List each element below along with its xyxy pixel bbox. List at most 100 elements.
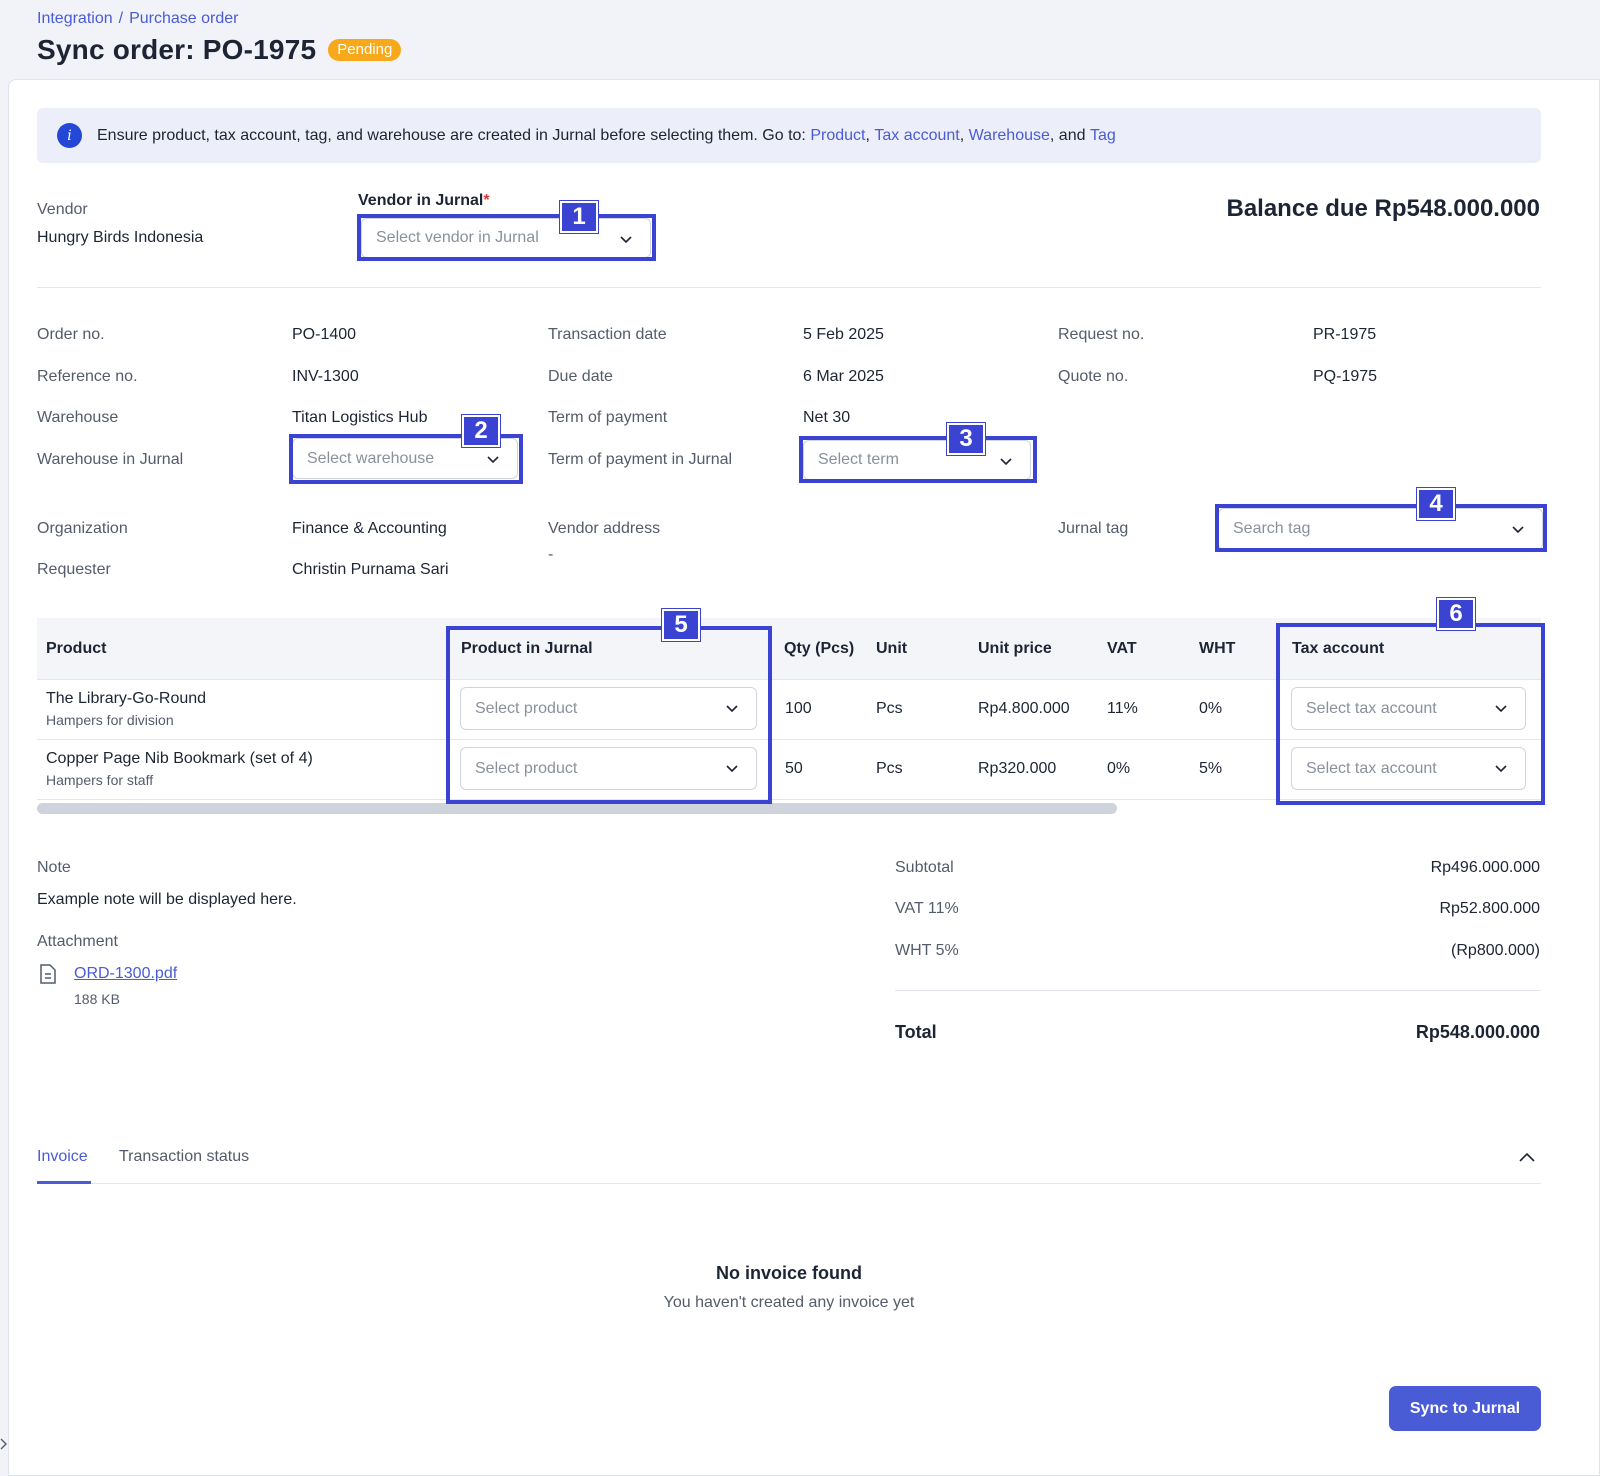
annotation-box-3 bbox=[799, 436, 1037, 483]
organization-value: Finance & Accounting bbox=[292, 520, 447, 537]
required-asterisk: * bbox=[483, 192, 490, 209]
chevron-up-icon[interactable] bbox=[1517, 1149, 1537, 1170]
banner-comma: , bbox=[865, 126, 870, 144]
vendor-address-value: - bbox=[548, 546, 554, 563]
warehouse-jurnal-label: Warehouse in Jurnal bbox=[37, 451, 184, 468]
attachment-size: 188 KB bbox=[74, 991, 120, 1007]
breadcrumb-integration[interactable]: Integration bbox=[37, 10, 113, 28]
annotation-number-5: 5 bbox=[662, 609, 700, 641]
row-2-vat: 0% bbox=[1107, 760, 1131, 777]
empty-state-subtitle: You haven't created any invoice yet bbox=[663, 1294, 915, 1311]
vendor-jurnal-label-text: Vendor in Jurnal bbox=[358, 192, 484, 209]
note-label: Note bbox=[37, 859, 71, 876]
banner-link-product[interactable]: Product bbox=[810, 127, 865, 145]
jurnal-tag-label: Jurnal tag bbox=[1058, 520, 1129, 537]
summary-divider bbox=[895, 990, 1541, 991]
breadcrumb: Integration / Purchase order bbox=[37, 10, 401, 28]
annotation-box-4 bbox=[1215, 504, 1547, 552]
annotation-number-2: 2 bbox=[462, 415, 500, 447]
warehouse-label: Warehouse bbox=[37, 409, 119, 426]
page-header: Integration / Purchase order Sync order:… bbox=[37, 10, 402, 66]
vendor-jurnal-label: Vendor in Jurnal* bbox=[358, 192, 490, 210]
row-2-qty: 50 bbox=[785, 760, 803, 777]
horizontal-scrollbar[interactable] bbox=[37, 803, 1117, 814]
organization-label: Organization bbox=[37, 520, 128, 537]
due-date-label: Due date bbox=[548, 368, 613, 385]
file-icon bbox=[38, 963, 58, 990]
empty-state-title: No invoice found bbox=[716, 1263, 862, 1283]
row-2-unit: Pcs bbox=[876, 760, 903, 777]
quote-no-label: Quote no. bbox=[1058, 368, 1129, 385]
balance-due: Balance due Rp548.000.000 bbox=[1226, 195, 1540, 222]
reference-no-value: INV-1300 bbox=[292, 368, 359, 385]
col-product: Product bbox=[46, 640, 107, 657]
status-badge: Pending bbox=[328, 39, 402, 61]
total-label: Total bbox=[895, 1022, 937, 1042]
row-2-product-sub: Hampers for staff bbox=[46, 772, 154, 788]
col-vat: VAT bbox=[1107, 640, 1137, 657]
info-banner: i Ensure product, tax account, tag, and … bbox=[37, 108, 1541, 163]
tab-invoice[interactable]: Invoice bbox=[37, 1148, 88, 1166]
banner-comma: , bbox=[1049, 126, 1055, 144]
banner-and: and bbox=[1058, 126, 1086, 144]
request-no-label: Request no. bbox=[1058, 326, 1145, 343]
row-1-qty: 100 bbox=[785, 700, 812, 717]
requester-label: Requester bbox=[37, 561, 111, 578]
banner-link-warehouse[interactable]: Warehouse bbox=[969, 127, 1050, 145]
due-date-value: 6 Mar 2025 bbox=[803, 368, 884, 385]
wht-value: (Rp800.000) bbox=[1451, 942, 1540, 959]
row-1-wht: 0% bbox=[1199, 700, 1223, 717]
subtotal-value: Rp496.000.000 bbox=[1430, 859, 1540, 876]
attachment-file-link[interactable]: ORD-1300.pdf bbox=[74, 965, 177, 983]
order-no-label: Order no. bbox=[37, 326, 105, 343]
row-2-wht: 5% bbox=[1199, 760, 1223, 777]
main-card: i Ensure product, tax account, tag, and … bbox=[8, 79, 1600, 1476]
term-label: Term of payment bbox=[548, 409, 668, 426]
attachment-label: Attachment bbox=[37, 933, 118, 950]
tab-active-indicator bbox=[37, 1181, 91, 1184]
transaction-date-label: Transaction date bbox=[548, 326, 667, 343]
info-icon: i bbox=[57, 123, 82, 148]
col-unit: Unit bbox=[876, 640, 908, 657]
col-wht: WHT bbox=[1199, 640, 1236, 657]
row-1-unit: Pcs bbox=[876, 700, 903, 717]
annotation-number-3: 3 bbox=[947, 423, 985, 455]
quote-no-link[interactable]: PQ-1975 bbox=[1313, 368, 1377, 386]
annotation-number-6: 6 bbox=[1437, 598, 1475, 630]
wht-label: WHT 5% bbox=[895, 942, 959, 959]
vendor-address-label: Vendor address bbox=[548, 520, 661, 537]
row-1-price: Rp4.800.000 bbox=[978, 700, 1070, 717]
banner-link-tag[interactable]: Tag bbox=[1090, 127, 1116, 145]
page-title: Sync order: PO-1975 bbox=[37, 34, 317, 65]
banner-text: Ensure product, tax account, tag, and wa… bbox=[97, 126, 806, 144]
requester-value: Christin Purnama Sari bbox=[292, 561, 449, 578]
term-jurnal-label: Term of payment in Jurnal bbox=[548, 451, 733, 468]
annotation-number-4: 4 bbox=[1417, 488, 1455, 520]
vat-value: Rp52.800.000 bbox=[1439, 900, 1540, 917]
transaction-date-value: 5 Feb 2025 bbox=[803, 326, 884, 343]
order-no-value: PO-1400 bbox=[292, 326, 357, 343]
banner-link-tax-account[interactable]: Tax account bbox=[874, 127, 959, 145]
col-qty: Qty (Pcs) bbox=[784, 640, 855, 657]
warehouse-value: Titan Logistics Hub bbox=[292, 409, 428, 426]
row-2-product: Copper Page Nib Bookmark (set of 4) bbox=[46, 750, 313, 767]
col-unit-price: Unit price bbox=[978, 640, 1052, 657]
subtotal-label: Subtotal bbox=[895, 859, 954, 876]
tabs-divider bbox=[37, 1183, 1541, 1184]
annotation-box-5 bbox=[446, 626, 772, 804]
annotation-box-6 bbox=[1276, 623, 1545, 805]
request-no-link[interactable]: PR-1975 bbox=[1313, 326, 1376, 344]
breadcrumb-separator: / bbox=[118, 10, 124, 27]
vendor-label: Vendor bbox=[37, 201, 88, 218]
tab-transaction-status[interactable]: Transaction status bbox=[119, 1148, 249, 1166]
row-1-product: The Library-Go-Round bbox=[46, 690, 207, 707]
row-2-price: Rp320.000 bbox=[978, 760, 1057, 777]
annotation-number-1: 1 bbox=[560, 201, 598, 233]
breadcrumb-purchase-order[interactable]: Purchase order bbox=[129, 10, 238, 28]
banner-comma: , bbox=[959, 126, 965, 144]
sync-to-jurnal-button[interactable]: Sync to Jurnal bbox=[1389, 1386, 1541, 1431]
note-text: Example note will be displayed here. bbox=[37, 891, 297, 908]
term-value: Net 30 bbox=[803, 409, 851, 426]
vat-label: VAT 11% bbox=[895, 900, 959, 917]
chevron-right-icon[interactable] bbox=[0, 1436, 8, 1457]
